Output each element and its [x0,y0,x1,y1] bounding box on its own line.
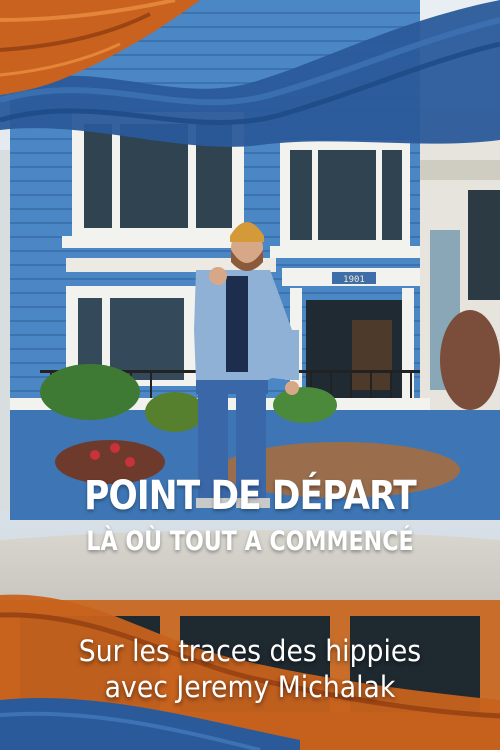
title-block: POINT DE DÉPART LÀ OÙ TOUT A COMMENCÉ [0,476,500,555]
house-number: 1901 [343,275,365,285]
title-sub: LÀ OÙ TOUT A COMMENCÉ [86,526,414,557]
subtitle-line-2: avec Jeremy Michalak [104,670,396,704]
subtitle-block: Sur les traces des hippies avec Jeremy M… [0,633,500,705]
title-main: POINT DE DÉPART [84,473,417,519]
subtitle-line-1: Sur les traces des hippies [78,634,422,668]
poster: 1901 1541 [0,0,500,750]
